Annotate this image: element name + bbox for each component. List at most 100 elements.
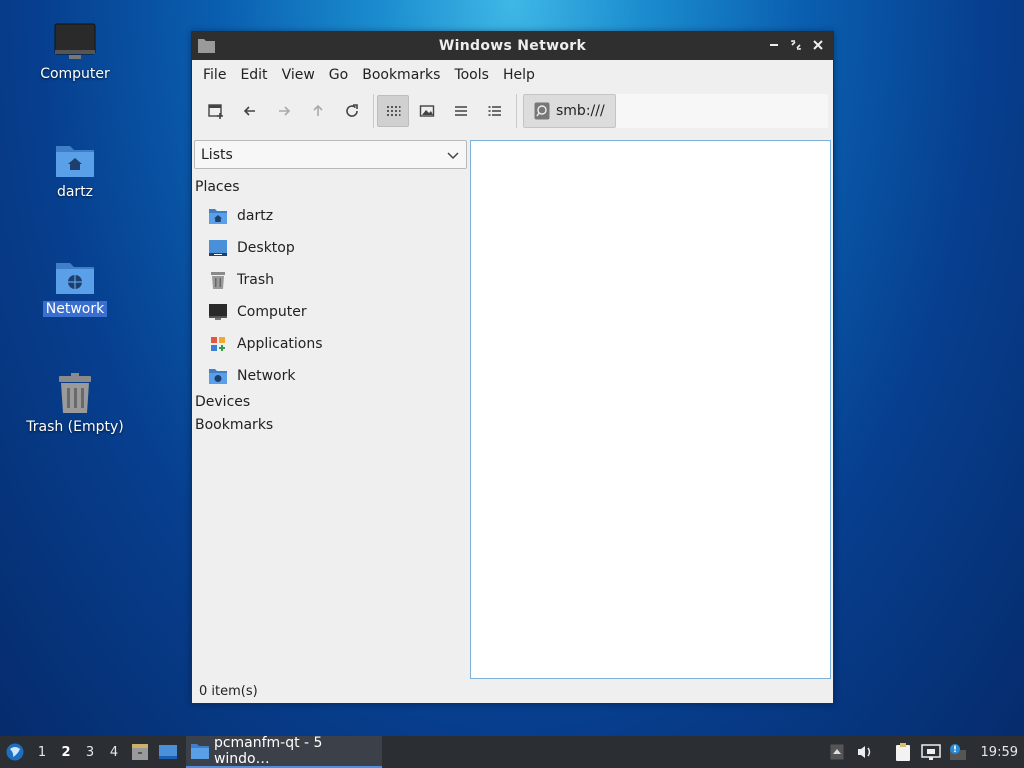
menu-go[interactable]: Go <box>322 67 355 83</box>
update-notifier-button[interactable] <box>945 736 973 768</box>
sidebar-item-label: Desktop <box>237 240 295 256</box>
sidebar-item-applications[interactable]: Applications <box>208 329 323 359</box>
sidebar-item-label: dartz <box>237 208 274 224</box>
home-folder-icon <box>56 146 94 177</box>
desktop-icon-label: dartz <box>56 184 94 200</box>
quicklaunch-file-manager[interactable] <box>126 736 154 768</box>
task-label: pcmanfm-qt - 5 windo… <box>213 735 323 767</box>
monitor-icon <box>209 304 227 320</box>
system-tray: 19:59 <box>823 736 1024 768</box>
menu-file[interactable]: File <box>196 67 233 83</box>
sidebar-item-label: Network <box>237 368 296 384</box>
sidebar-item-label: Computer <box>237 304 307 320</box>
menu-tools[interactable]: Tools <box>447 67 496 83</box>
start-menu-button[interactable] <box>0 736 30 768</box>
compact-view-button[interactable] <box>445 95 477 127</box>
arrow-right-icon <box>279 106 291 116</box>
thumbnail-view-button[interactable] <box>411 95 443 127</box>
desktop-icon-dartz[interactable]: dartz <box>15 140 135 200</box>
trash-icon <box>211 272 225 289</box>
network-folder-icon <box>209 369 227 384</box>
back-button[interactable] <box>234 95 266 127</box>
icon-view-button[interactable] <box>377 95 409 127</box>
close-button[interactable] <box>809 36 827 54</box>
sidebar-mode-select[interactable]: Lists <box>194 140 467 169</box>
menu-bookmarks[interactable]: Bookmarks <box>355 67 447 83</box>
workspace-1[interactable]: 1 <box>30 745 54 760</box>
maximize-button[interactable] <box>787 36 805 54</box>
path-label: smb:/// <box>556 103 605 119</box>
network-drive-icon <box>534 102 550 120</box>
arrow-left-icon <box>243 106 255 116</box>
list-icon <box>455 106 467 116</box>
section-places[interactable]: Places <box>195 179 240 195</box>
file-view[interactable] <box>470 140 831 679</box>
up-button[interactable] <box>302 95 334 127</box>
section-devices[interactable]: Devices <box>195 394 250 410</box>
sidebar: Lists Places dartz Desktop Trash Compute… <box>192 140 468 679</box>
folder-icon <box>198 38 215 57</box>
home-folder-icon <box>209 209 227 224</box>
close-icon <box>813 40 823 50</box>
folder-icon <box>190 744 209 759</box>
volume-icon <box>857 746 870 758</box>
menubar: File Edit View Go Bookmarks Tools Help <box>192 60 833 90</box>
taskbar-task-pcmanfm[interactable]: pcmanfm-qt - 5 windo… <box>186 735 382 768</box>
menu-help[interactable]: Help <box>496 67 542 83</box>
grid-icon <box>387 106 401 116</box>
content-area: Lists Places dartz Desktop Trash Compute… <box>192 140 833 679</box>
workspace-2[interactable]: 2 <box>54 745 78 760</box>
sidebar-item-computer[interactable]: Computer <box>208 297 307 327</box>
forward-button[interactable] <box>268 95 300 127</box>
monitor-icon <box>54 23 96 59</box>
new-tab-icon <box>208 104 223 119</box>
workspace-3[interactable]: 3 <box>78 745 102 760</box>
trash-icon <box>59 373 91 413</box>
titlebar[interactable]: Windows Network <box>192 32 833 60</box>
desktop-icon <box>209 240 227 256</box>
show-desktop-icon <box>159 745 177 759</box>
detailed-view-button[interactable] <box>479 95 511 127</box>
volume-button[interactable] <box>851 736 879 768</box>
window-title: Windows Network <box>438 38 587 54</box>
reload-icon <box>346 104 358 117</box>
clipboard-button[interactable] <box>889 736 917 768</box>
clipboard-icon <box>895 743 910 761</box>
info-badge-icon <box>949 744 966 760</box>
menu-view[interactable]: View <box>275 67 322 83</box>
arrow-up-small-icon <box>830 744 844 760</box>
status-bar: 0 item(s) <box>192 679 833 703</box>
workspace-4[interactable]: 4 <box>102 745 126 760</box>
new-tab-button[interactable] <box>200 95 232 127</box>
clock[interactable]: 19:59 <box>973 745 1024 760</box>
desktop-icon-label: Trash (Empty) <box>26 419 124 435</box>
sidebar-item-label: Applications <box>237 336 323 352</box>
network-folder-icon <box>56 263 94 294</box>
lxqt-logo-icon <box>6 743 24 761</box>
sidebar-item-trash[interactable]: Trash <box>208 265 274 295</box>
toolbar: smb:/// <box>192 90 833 132</box>
sidebar-item-dartz[interactable]: dartz <box>208 201 273 231</box>
minimize-icon <box>770 44 778 46</box>
toolbar-separator <box>516 94 517 128</box>
desktop-icon-network[interactable]: Network <box>15 257 135 317</box>
menu-edit[interactable]: Edit <box>233 67 274 83</box>
network-status-button[interactable] <box>917 736 945 768</box>
quicklaunch-show-desktop[interactable] <box>154 736 182 768</box>
sidebar-item-network[interactable]: Network <box>208 361 295 391</box>
desktop-icon-computer[interactable]: Computer <box>15 22 135 82</box>
section-bookmarks[interactable]: Bookmarks <box>195 417 273 433</box>
arrow-up-icon <box>313 104 323 116</box>
tray-expand-button[interactable] <box>823 736 851 768</box>
reload-button[interactable] <box>336 95 368 127</box>
desktop-icon-trash[interactable]: Trash (Empty) <box>15 373 135 435</box>
path-button-root[interactable]: smb:/// <box>523 94 616 128</box>
network-wired-icon <box>920 744 941 760</box>
sidebar-item-desktop[interactable]: Desktop <box>208 233 295 263</box>
chevron-down-icon <box>447 152 459 160</box>
restore-icon <box>791 40 801 50</box>
file-cabinet-icon <box>132 744 148 760</box>
detailed-list-icon <box>488 106 501 116</box>
minimize-button[interactable] <box>765 36 783 54</box>
applications-icon <box>211 337 225 351</box>
